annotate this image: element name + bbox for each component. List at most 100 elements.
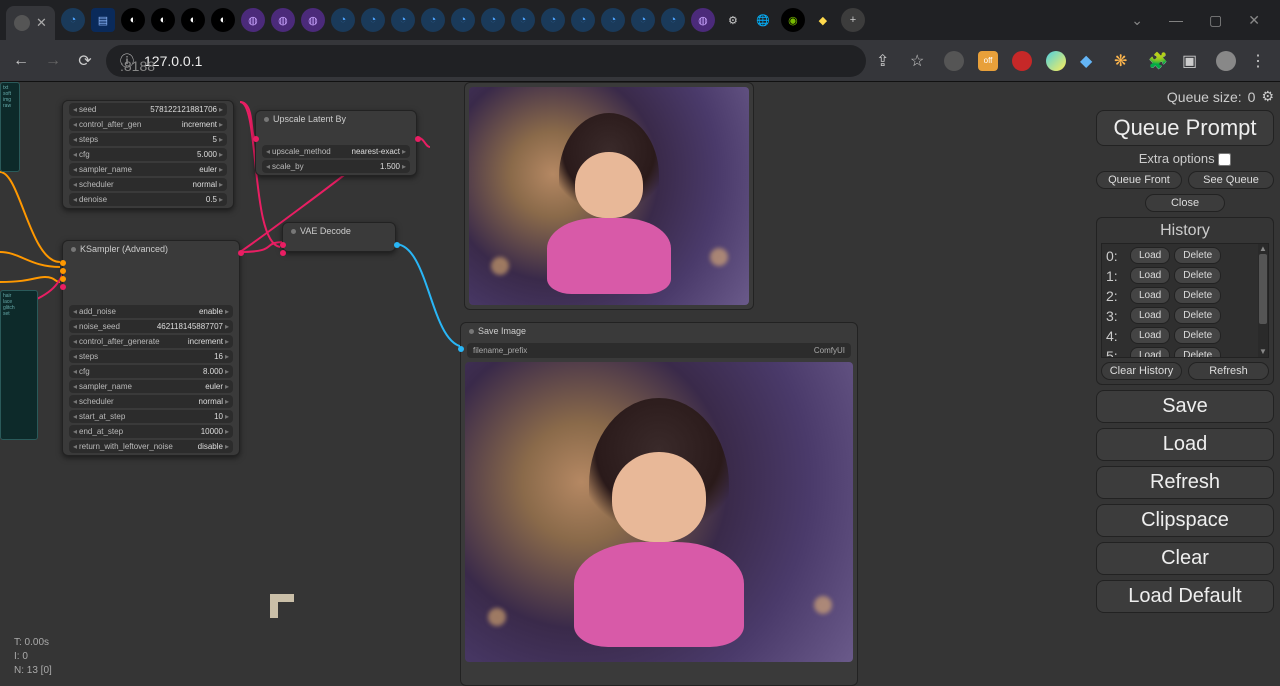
pinned-tab-icon[interactable]: ◔ <box>331 8 355 32</box>
pinned-tab-icon[interactable]: ◍ <box>271 8 295 32</box>
load-button[interactable]: Load <box>1096 428 1274 461</box>
forward-button[interactable]: → <box>42 52 64 70</box>
node-graph-canvas[interactable]: txtsoftimgraw hairlaceglitchset ◂ seed 5… <box>0 82 1280 686</box>
maximize-icon[interactable]: ▢ <box>1209 12 1222 29</box>
node-input-port[interactable] <box>458 346 464 352</box>
settings-icon[interactable]: ⚙ <box>721 8 745 32</box>
node-input-port[interactable] <box>60 276 66 282</box>
clear-button[interactable]: Clear <box>1096 542 1274 575</box>
queue-front-button[interactable]: Queue Front <box>1096 171 1182 189</box>
node-output-port[interactable] <box>394 242 400 248</box>
profile-avatar[interactable] <box>1216 51 1236 71</box>
pinned-tab-icon[interactable]: ◔ <box>631 8 655 32</box>
history-delete-button[interactable]: Delete <box>1174 247 1221 264</box>
preview-image-node[interactable] <box>464 82 754 310</box>
pinned-tab-icon[interactable]: ▤ <box>91 8 115 32</box>
load-default-button[interactable]: Load Default <box>1096 580 1274 613</box>
extension-icon[interactable]: ❋ <box>1114 51 1134 71</box>
filename-prefix-field[interactable]: filename_prefix ComfyUI <box>467 343 851 358</box>
node-widget[interactable]: ◂ control_after_gen increment ▸ <box>69 118 227 131</box>
pinned-tab-icon[interactable]: ◍ <box>241 8 265 32</box>
minimize-icon[interactable]: — <box>1169 12 1183 29</box>
github-icon[interactable]: ◐ <box>151 8 175 32</box>
chevron-right-icon[interactable]: ▸ <box>402 147 406 156</box>
save-button[interactable]: Save <box>1096 390 1274 423</box>
node-input-port[interactable] <box>280 250 286 256</box>
chevron-right-icon[interactable]: ▸ <box>225 322 229 331</box>
node-widget[interactable]: ◂ end_at_step 10000 ▸ <box>69 425 233 438</box>
node-widget[interactable]: ◂ seed 578122121881706 ▸ <box>69 103 227 116</box>
url-input[interactable]: ⓘ 127.0.0.1:8188 <box>106 45 866 77</box>
reload-button[interactable]: ⟳ <box>74 51 96 71</box>
chevron-right-icon[interactable]: ▸ <box>219 135 223 144</box>
history-load-button[interactable]: Load <box>1130 327 1170 344</box>
history-load-button[interactable]: Load <box>1130 347 1170 358</box>
node-widget[interactable]: ◂ return_with_leftover_noise disable ▸ <box>69 440 233 453</box>
chevron-right-icon[interactable]: ▸ <box>225 352 229 361</box>
chevron-right-icon[interactable]: ▸ <box>225 337 229 346</box>
vae-decode-node[interactable]: VAE Decode <box>282 222 396 252</box>
globe-icon[interactable]: 🌐 <box>751 8 775 32</box>
pinned-tab-icon[interactable]: ◍ <box>691 8 715 32</box>
menu-icon[interactable]: ⋮ <box>1250 51 1270 71</box>
clipspace-button[interactable]: Clipspace <box>1096 504 1274 537</box>
history-load-button[interactable]: Load <box>1130 247 1170 264</box>
extension-icon[interactable]: off <box>978 51 998 71</box>
extra-options-checkbox[interactable] <box>1218 153 1231 166</box>
pinned-tab-icon[interactable]: ◔ <box>421 8 445 32</box>
node-widget[interactable]: ◂ steps 5 ▸ <box>69 133 227 146</box>
chevron-right-icon[interactable]: ▸ <box>402 162 406 171</box>
pinned-tab-icon[interactable]: ◔ <box>481 8 505 32</box>
pinned-tab-icon[interactable]: ◆ <box>811 8 835 32</box>
history-delete-button[interactable]: Delete <box>1174 327 1221 344</box>
close-window-icon[interactable]: ✕ <box>1248 12 1260 29</box>
history-load-button[interactable]: Load <box>1130 307 1170 324</box>
side-panel-icon[interactable]: ▣ <box>1182 51 1202 71</box>
node-widget[interactable]: ◂ noise_seed 462118145887707 ▸ <box>69 320 233 333</box>
clear-history-button[interactable]: Clear History <box>1101 362 1182 380</box>
node-widget[interactable]: ◂ steps 16 ▸ <box>69 350 233 363</box>
see-queue-button[interactable]: See Queue <box>1188 171 1274 189</box>
tab-dropdown-icon[interactable]: ⌄ <box>1131 12 1143 29</box>
scroll-up-icon[interactable]: ▲ <box>1258 244 1268 254</box>
history-load-button[interactable]: Load <box>1130 267 1170 284</box>
history-delete-button[interactable]: Delete <box>1174 347 1221 358</box>
node-input-port[interactable] <box>60 284 66 290</box>
upscale-latent-node[interactable]: Upscale Latent By ◂ upscale_method neare… <box>255 110 417 176</box>
chevron-right-icon[interactable]: ▸ <box>219 180 223 189</box>
history-delete-button[interactable]: Delete <box>1174 287 1221 304</box>
queue-prompt-button[interactable]: Queue Prompt <box>1096 110 1274 146</box>
tab-close-icon[interactable]: ✕ <box>36 15 47 31</box>
text-node-edge[interactable]: hairlaceglitchset <box>0 290 38 440</box>
chevron-right-icon[interactable]: ▸ <box>225 442 229 451</box>
node-input-port[interactable] <box>253 136 259 142</box>
history-delete-button[interactable]: Delete <box>1174 267 1221 284</box>
extension-icon[interactable] <box>944 51 964 71</box>
node-widget[interactable]: ◂ scheduler normal ▸ <box>69 178 227 191</box>
github-icon[interactable]: ◐ <box>211 8 235 32</box>
node-widget[interactable]: ◂ add_noise enable ▸ <box>69 305 233 318</box>
chevron-right-icon[interactable]: ▸ <box>225 307 229 316</box>
pinned-tab-icon[interactable]: ◔ <box>601 8 625 32</box>
chevron-right-icon[interactable]: ▸ <box>219 120 223 129</box>
node-input-port[interactable] <box>280 242 286 248</box>
node-input-port[interactable] <box>60 268 66 274</box>
pinned-tab-icon[interactable]: ◔ <box>361 8 385 32</box>
scrollbar[interactable]: ▲ ▼ <box>1258 244 1268 357</box>
text-node-edge[interactable]: txtsoftimgraw <box>0 82 20 172</box>
pinned-tab-icon[interactable]: ◍ <box>301 8 325 32</box>
refresh-button[interactable]: Refresh <box>1096 466 1274 499</box>
pinned-tab-icon[interactable]: ◔ <box>511 8 535 32</box>
extension-icon[interactable]: ◆ <box>1080 51 1100 71</box>
node-widget[interactable]: ◂ scale_by 1.500 ▸ <box>262 160 410 173</box>
chevron-right-icon[interactable]: ▸ <box>225 367 229 376</box>
node-input-port[interactable] <box>60 260 66 266</box>
refresh-history-button[interactable]: Refresh <box>1188 362 1269 380</box>
extension-icon[interactable] <box>1046 51 1066 71</box>
nvidia-icon[interactable]: ◉ <box>781 8 805 32</box>
chevron-right-icon[interactable]: ▸ <box>225 412 229 421</box>
bookmark-icon[interactable]: ☆ <box>910 51 930 71</box>
history-load-button[interactable]: Load <box>1130 287 1170 304</box>
close-button[interactable]: Close <box>1145 194 1225 212</box>
extension-icon[interactable] <box>1012 51 1032 71</box>
